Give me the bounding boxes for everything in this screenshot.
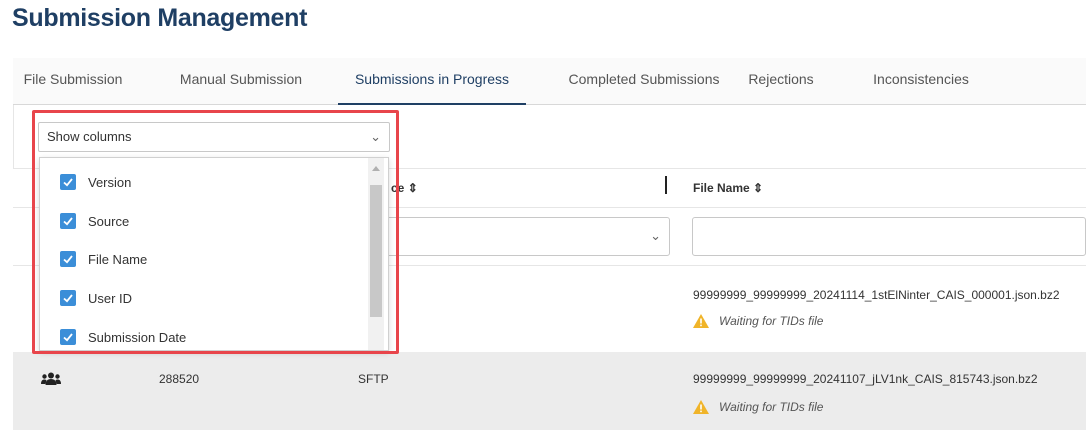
sort-icon: ⇕ [407,181,418,195]
tab-file-submission[interactable]: File Submission [19,58,127,105]
tab-manual-submission[interactable]: Manual Submission [173,58,309,105]
checkbox-checked-icon[interactable] [60,213,76,229]
table-row[interactable]: 288520 SFTP 99999999_99999999_20241107_j… [13,352,1086,430]
column-header-file-name[interactable]: File Name ⇕ [693,181,763,195]
tab-submissions-in-progress[interactable]: Submissions in Progress [338,58,526,105]
tab-rejections[interactable]: Rejections [741,58,821,105]
column-option-label: Source [88,213,130,229]
column-resize-handle[interactable] [665,176,667,194]
id-cell: 288520 [159,372,200,386]
warning-icon [693,400,709,414]
tab-bar: File Submission Manual Submission Submis… [13,58,1086,105]
column-option-version[interactable]: Version [60,172,131,192]
file-name-header-label: File Name [693,181,750,195]
users-icon [41,372,61,385]
column-option-label: Version [88,174,132,190]
scroll-thumb[interactable] [370,185,382,317]
dropdown-scrollbar[interactable] [368,158,384,350]
column-option-label: File Name [88,251,148,267]
checkbox-checked-icon[interactable] [60,290,76,306]
sort-icon: ⇕ [753,181,764,195]
columns-dropdown: Version Source File Name User ID Submiss… [39,157,389,351]
column-option-user-id[interactable]: User ID [60,288,132,308]
status-cell: Waiting for TIDs file [693,400,823,414]
source-cell: SFTP [358,372,389,386]
file-name-filter-input[interactable] [692,217,1086,256]
status-text: Waiting for TIDs file [719,314,824,328]
column-option-label: User ID [88,290,133,306]
show-columns-label: Show columns [47,129,132,144]
checkbox-checked-icon[interactable] [60,329,76,345]
warning-icon [693,314,709,328]
checkbox-checked-icon[interactable] [60,174,76,190]
chevron-down-icon: ⌄ [650,228,661,243]
tab-inconsistencies[interactable]: Inconsistencies [865,58,977,105]
file-name-cell: 99999999_99999999_20241114_1stElNinter_C… [693,288,1060,302]
status-cell: Waiting for TIDs file [693,314,823,328]
file-name-cell: 99999999_99999999_20241107_jLV1nk_CAIS_8… [693,372,1038,386]
scroll-up-arrow-icon[interactable] [372,166,380,171]
column-option-file-name[interactable]: File Name [60,249,147,269]
page-title: Submission Management [12,4,308,32]
column-option-source[interactable]: Source [60,211,129,231]
source-filter-select[interactable]: ⌄ [344,217,670,256]
show-columns-select[interactable]: Show columns ⌄ [38,122,390,152]
column-option-label: Submission Date [88,329,187,345]
chevron-down-icon: ⌄ [370,129,381,144]
status-text: Waiting for TIDs file [719,400,824,414]
tab-completed-submissions[interactable]: Completed Submissions [553,58,735,105]
source-header-label: ce [391,181,405,195]
column-header-source[interactable]: ce ⇕ [391,181,418,195]
checkbox-checked-icon[interactable] [60,251,76,267]
column-option-submission-date[interactable]: Submission Date [60,327,186,347]
